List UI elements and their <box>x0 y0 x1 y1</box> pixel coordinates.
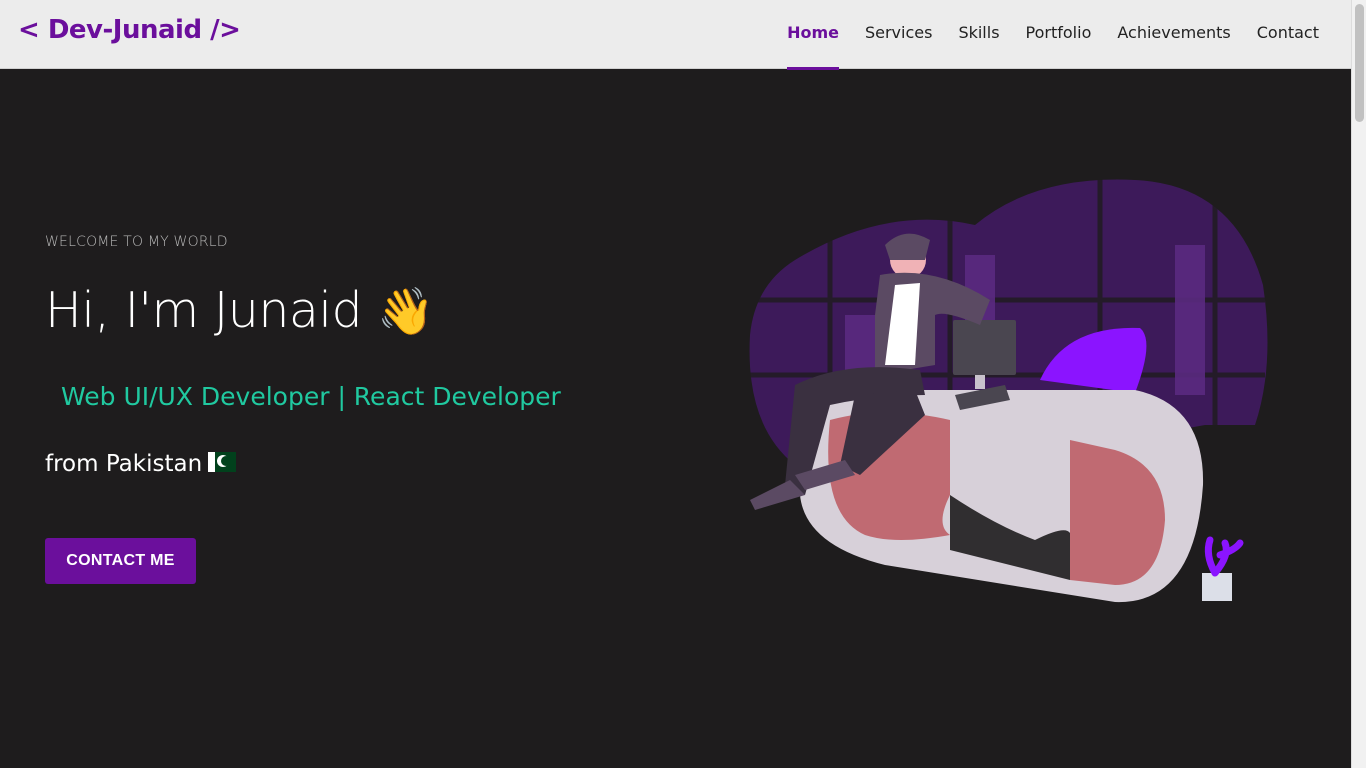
developer-desk-illustration <box>749 170 1268 603</box>
headline-text: Hi, I'm Junaid <box>45 282 363 339</box>
location-text: from Pakistan <box>45 451 237 477</box>
location-label: from Pakistan <box>45 451 203 477</box>
main-nav: Home Services Skills Portfolio Achieveme… <box>761 0 1319 70</box>
nav-services[interactable]: Services <box>865 0 932 69</box>
role-text: Web UI/UX Developer | React Developer <box>61 382 561 411</box>
site-logo[interactable]: < Dev-Junaid /> <box>18 15 241 45</box>
hero-headline: Hi, I'm Junaid 👋 <box>45 282 435 339</box>
scrollbar-thumb[interactable] <box>1355 4 1364 122</box>
nav-home[interactable]: Home <box>787 0 839 70</box>
nav-contact[interactable]: Contact <box>1257 0 1319 69</box>
page-scrollbar[interactable] <box>1351 0 1366 768</box>
welcome-text: WELCOME TO MY WORLD <box>45 234 228 250</box>
waving-hand-icon: 👋 <box>377 284 435 338</box>
pakistan-flag-icon <box>208 452 237 472</box>
contact-me-button[interactable]: CONTACT ME <box>45 538 196 584</box>
nav-achievements[interactable]: Achievements <box>1117 0 1230 69</box>
site-header: < Dev-Junaid /> Home Services Skills Por… <box>0 0 1351 70</box>
nav-skills[interactable]: Skills <box>958 0 999 69</box>
nav-portfolio[interactable]: Portfolio <box>1026 0 1092 69</box>
